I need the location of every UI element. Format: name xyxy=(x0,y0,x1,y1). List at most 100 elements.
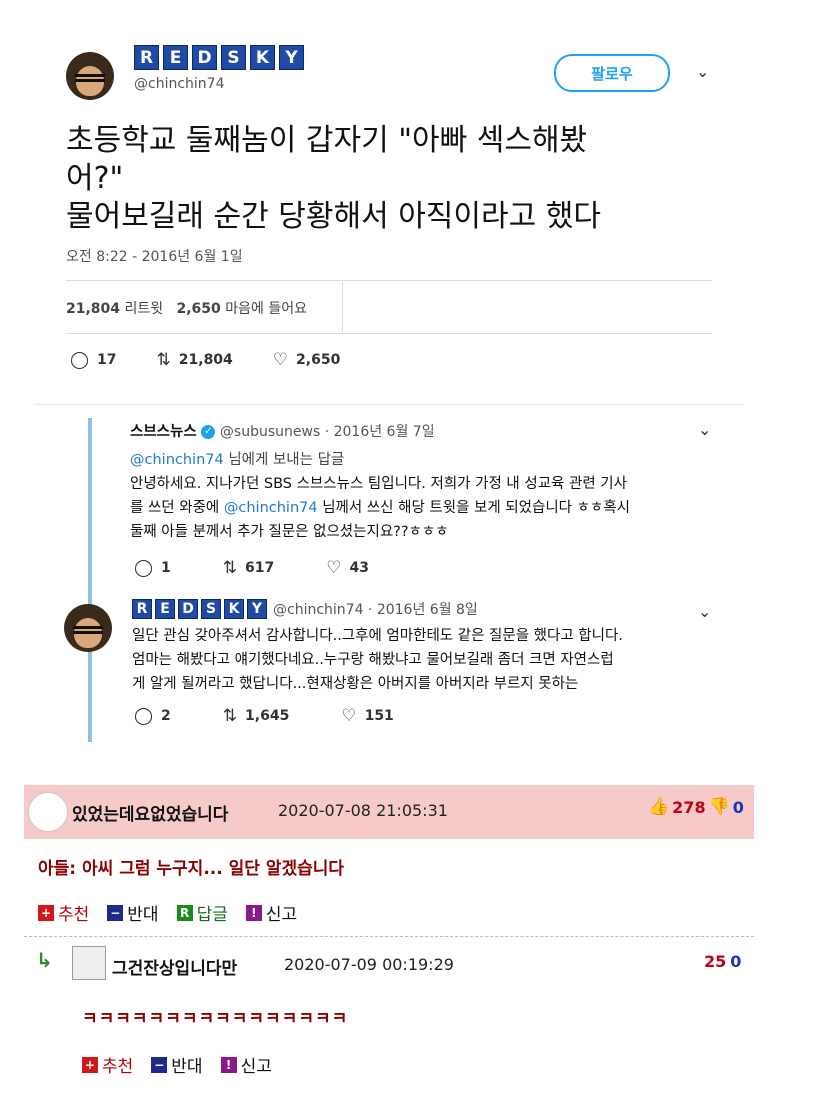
commenter-avatar[interactable] xyxy=(72,946,106,980)
verified-icon: ✓ xyxy=(201,425,216,439)
thumbs-down-icon[interactable]: 👎 xyxy=(709,797,730,817)
comment-buttons: + 추천 − 반대 R 답글 ! 신고 xyxy=(38,900,315,925)
name-tile: E xyxy=(163,45,188,70)
name-tile: Y xyxy=(279,45,304,70)
follow-button[interactable]: 팔로우 xyxy=(554,54,670,92)
tweet-text-line: 초등학교 둘째놈이 갑자기 "아빠 섹스해봤 xyxy=(66,123,588,158)
text-span: 를 쓰던 와중에 xyxy=(130,500,224,516)
report-icon: ! xyxy=(220,1056,237,1073)
downvote-count: 0 xyxy=(730,952,742,971)
reply-text-line: 엄마는 해봤다고 얘기했다네요..누구랑 해봤냐고 물어보길래 좀더 크면 자연… xyxy=(132,652,614,668)
oppose-button[interactable]: − 반대 xyxy=(107,900,159,925)
mention-link[interactable]: @chinchin74 xyxy=(130,452,224,468)
thumbs-up-icon[interactable]: 👍 xyxy=(648,797,669,817)
divider xyxy=(34,404,744,405)
retweet-icon: ⇅ xyxy=(222,706,238,726)
reply-arrow-icon: ↳ xyxy=(36,948,53,972)
plus-icon: + xyxy=(38,904,54,921)
recommend-button[interactable]: + 추천 xyxy=(38,900,89,925)
reply-text-line: 를 쓰던 와중에 @chinchin74 님께서 쓰신 해당 트윗을 보게 되었… xyxy=(130,496,730,520)
like-action[interactable]: ♡ 2,650 xyxy=(273,350,341,370)
reply-text: 안녕하세요. 지나가던 SBS 스브스뉴스 팀입니다. 저희가 가정 내 성교육… xyxy=(130,472,730,544)
reply-button[interactable]: R 답글 xyxy=(176,900,228,925)
commenter-nick[interactable]: 있었는데요없었습니다 xyxy=(72,800,228,825)
downvote-count: 0 xyxy=(732,797,744,817)
divider xyxy=(66,333,712,334)
tweet-text-line: 어?" xyxy=(66,161,124,196)
author-name-tiles[interactable]: R E D S K Y xyxy=(134,45,304,70)
retweet-count: 1,645 xyxy=(245,708,290,724)
retweet-count: 617 xyxy=(245,560,275,576)
oppose-button[interactable]: − 반대 xyxy=(151,1052,203,1077)
report-button[interactable]: ! 신고 xyxy=(245,900,297,925)
comment-body: ㅋㅋㅋㅋㅋㅋㅋㅋㅋㅋㅋㅋㅋㅋㅋㅋ xyxy=(82,1009,349,1029)
comment-date: 2020-07-08 21:05:31 xyxy=(278,801,448,820)
chevron-down-icon[interactable]: ⌄ xyxy=(698,420,711,439)
oppose-label: 반대 xyxy=(127,905,159,925)
comment-header: 있었는데요없었습니다 2020-07-08 21:05:31 👍 278 👎 0 xyxy=(24,785,754,839)
author-avatar[interactable] xyxy=(64,604,112,652)
divider xyxy=(66,280,712,281)
reply-actions: ◯ 1 ⇅ 617 ♡ 43 xyxy=(134,558,369,578)
chevron-down-icon[interactable]: ⌄ xyxy=(698,602,711,621)
report-icon: ! xyxy=(245,904,262,921)
name-tile: S xyxy=(221,45,246,70)
reply-handle-date[interactable]: @chinchin74 · 2016년 6월 8일 xyxy=(273,599,478,619)
comment-body: 아들: 아씨 그럼 누구지... 일단 알겠습니다 xyxy=(38,859,345,879)
oppose-label: 반대 xyxy=(171,1057,203,1077)
minus-icon: − xyxy=(151,1056,168,1073)
tweet-timestamp[interactable]: 오전 8:22 - 2016년 6월 1일 xyxy=(66,246,243,266)
like-action[interactable]: ♡ 43 xyxy=(326,558,369,578)
reply-author-name[interactable]: 스브스뉴스 xyxy=(130,424,197,440)
author-avatar[interactable] xyxy=(66,52,114,100)
reply-action[interactable]: ◯ 2 xyxy=(134,706,171,726)
minus-icon: − xyxy=(107,904,124,921)
reply-handle-date[interactable]: @subusunews · 2016년 6월 7일 xyxy=(220,424,435,440)
name-tile: Y xyxy=(247,599,267,619)
reply-action[interactable]: ◯ 17 xyxy=(70,350,117,370)
retweet-action[interactable]: ⇅ 617 xyxy=(223,558,274,578)
reply-text-line: 게 알게 될꺼라고 했답니다...현재상황은 아버지를 아버지라 부르지 못하는 xyxy=(132,676,579,692)
chevron-down-icon[interactable]: ⌄ xyxy=(696,62,709,81)
reply-text-line: 일단 관심 갖아주셔서 감사합니다..그후에 엄마한테도 같은 질문을 했다고 … xyxy=(132,628,623,644)
author-handle[interactable]: @chinchin74 xyxy=(134,76,224,92)
vertical-divider xyxy=(342,282,343,332)
name-tile: R xyxy=(132,599,152,619)
name-tile: S xyxy=(201,599,221,619)
reply-label: 답글 xyxy=(196,905,228,925)
report-button[interactable]: ! 신고 xyxy=(220,1052,272,1077)
heart-icon: ♡ xyxy=(341,706,357,726)
reply-header: R E D S K Y @chinchin74 · 2016년 6월 8일 xyxy=(132,599,478,619)
tweet-actions: ◯ 17 ⇅ 21,804 ♡ 2,650 xyxy=(70,350,340,370)
retweet-action[interactable]: ⇅ 1,645 xyxy=(223,706,290,726)
name-tile: K xyxy=(250,45,275,70)
upvote-count: 278 xyxy=(672,797,706,817)
vote-counts: 👍 278 👎 0 xyxy=(648,797,744,817)
commenter-nick[interactable]: 그건잔상입니다만 xyxy=(112,954,237,979)
commenter-avatar[interactable] xyxy=(28,792,68,832)
like-count: 43 xyxy=(349,560,369,576)
vote-counts: 25 0 xyxy=(704,952,741,971)
heart-icon: ♡ xyxy=(326,558,342,578)
reply-actions: ◯ 2 ⇅ 1,645 ♡ 151 xyxy=(134,706,394,726)
author-name-tiles[interactable]: R E D S K Y xyxy=(132,599,267,619)
retweet-count[interactable]: 21,804 xyxy=(66,301,120,317)
reply-action[interactable]: ◯ 1 xyxy=(134,558,171,578)
name-tile: R xyxy=(134,45,159,70)
reply-icon: ◯ xyxy=(134,558,154,578)
retweet-icon: ⇅ xyxy=(156,350,171,370)
mention-link[interactable]: @chinchin74 xyxy=(224,500,318,516)
retweet-action[interactable]: ⇅ 21,804 xyxy=(157,350,233,370)
retweet-icon: ⇅ xyxy=(222,558,238,578)
like-label: 마음에 들어요 xyxy=(225,301,307,317)
reply-icon: ◯ xyxy=(70,350,90,370)
text-span: 님께서 쓰신 해당 트윗을 보게 되었습니다 ㅎㅎ혹시 xyxy=(317,500,630,516)
like-count: 2,650 xyxy=(296,352,341,368)
reply-r-icon: R xyxy=(176,904,193,921)
like-action[interactable]: ♡ 151 xyxy=(341,706,393,726)
recommend-button[interactable]: + 추천 xyxy=(82,1052,133,1077)
reply-count: 2 xyxy=(161,708,171,724)
reply-text: 일단 관심 갖아주셔서 감사합니다..그후에 엄마한테도 같은 질문을 했다고 … xyxy=(132,624,732,696)
tweet-text-line: 물어보길래 순간 당황해서 아직이라고 했다 xyxy=(66,199,601,234)
like-count[interactable]: 2,650 xyxy=(176,301,220,317)
